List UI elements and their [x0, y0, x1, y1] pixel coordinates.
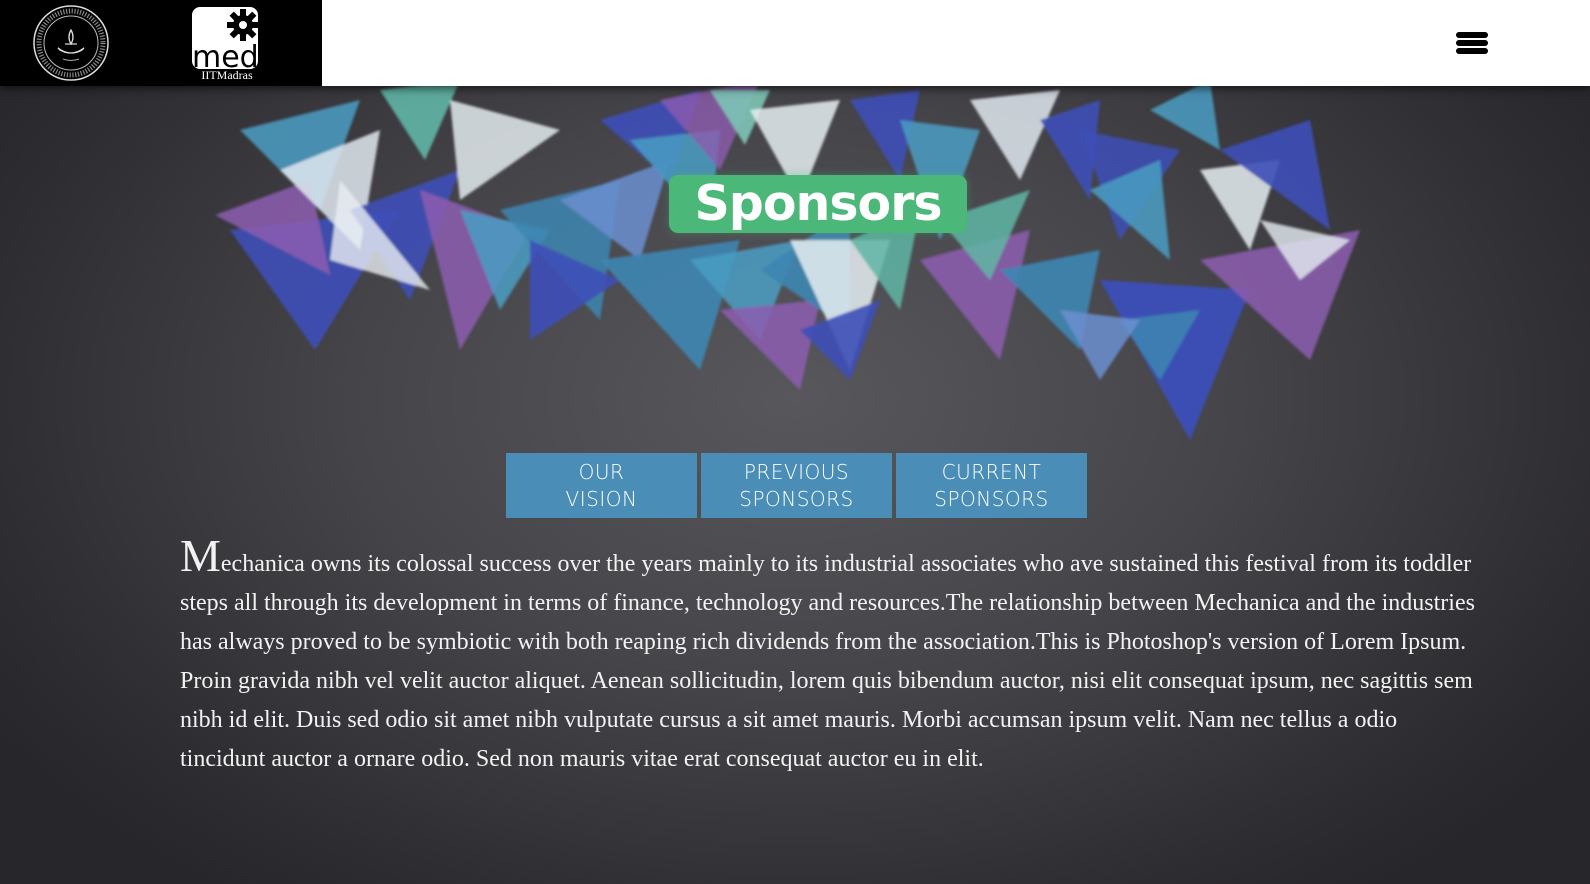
med-logo-text: med: [192, 40, 259, 69]
med-logo-mark: med: [192, 7, 259, 75]
top-navigation-bar: med IITMadras: [0, 0, 1590, 86]
tab-label-line2: Sponsors: [739, 486, 854, 511]
description-paragraph: echanica owns its colossal success over …: [180, 551, 1475, 772]
hamburger-menu-icon[interactable]: [1454, 26, 1490, 60]
logo-block: med IITMadras: [0, 0, 322, 86]
med-logo-caption: IITMadras: [201, 68, 253, 82]
tab-label-line1: Previous: [743, 459, 850, 484]
tab-previous-sponsors[interactable]: Previous Sponsors: [701, 453, 892, 518]
tab-our-vision[interactable]: Our Vision: [506, 453, 697, 518]
page-title: Sponsors: [694, 175, 942, 232]
med-iit-madras-logo[interactable]: med IITMadras: [188, 5, 266, 85]
sponsor-description: Mechanica owns its colossal success over…: [180, 533, 1485, 779]
page-title-banner: Sponsors: [669, 175, 967, 233]
triangle-shard-artwork: [215, 80, 1360, 440]
tab-current-sponsors[interactable]: Current Sponsors: [896, 453, 1087, 518]
sponsor-tabs: Our Vision Previous Sponsors Current Spo…: [506, 453, 1087, 518]
tab-label-line2: Sponsors: [934, 486, 1049, 511]
iit-madras-seal-logo[interactable]: [30, 4, 112, 82]
tab-label-line1: Current: [941, 459, 1042, 484]
tab-label-line1: Our: [578, 459, 625, 484]
tab-label-line2: Vision: [565, 486, 638, 511]
drop-cap: M: [180, 530, 221, 581]
